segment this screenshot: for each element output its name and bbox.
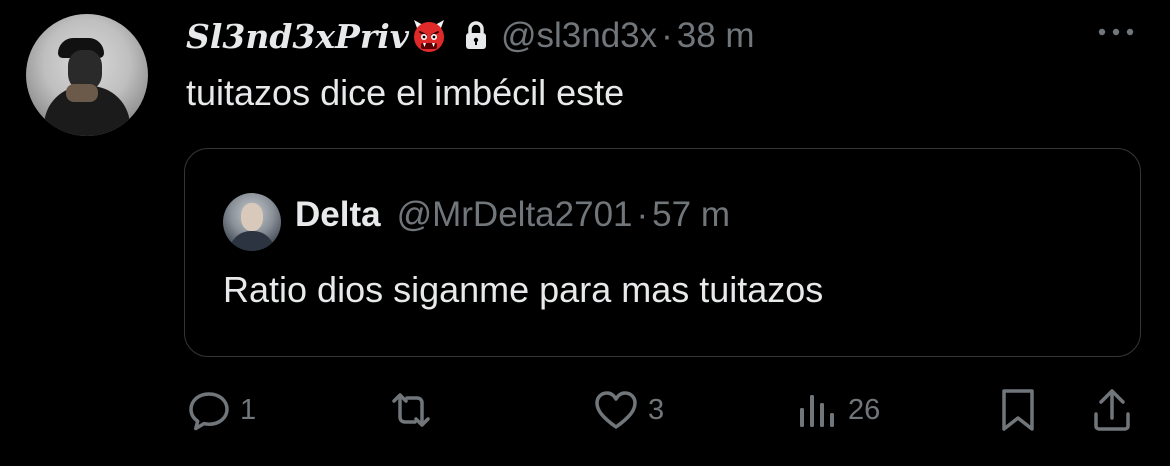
repost-button[interactable] [386,386,444,434]
quoted-avatar-body [229,231,275,251]
more-options-icon[interactable] [1094,22,1138,42]
bookmark-button[interactable] [996,386,1040,434]
quoted-author-display-name[interactable]: Delta [295,195,381,235]
share-icon [1090,386,1134,434]
post-text: tuitazos dice el imbécil este [186,72,625,113]
author-display-name[interactable]: Sl3nd3xPriv [186,17,409,56]
reply-count: 1 [240,393,257,426]
like-button[interactable]: 3 [592,386,664,434]
author-handle[interactable]: @sl3nd3x [501,16,657,56]
ogre-emoji-icon [411,18,447,54]
action-bar: 1 3 26 [0,386,1170,434]
views-count: 26 [848,393,881,426]
like-count: 3 [648,393,665,426]
quoted-post-card[interactable]: Delta @MrDelta2701 · 57 m Ratio dios sig… [184,148,1141,357]
reply-button[interactable]: 1 [186,386,256,434]
post-header: Sl3nd3xPriv @sl3nd3x · 38 m [186,12,755,60]
views-button[interactable]: 26 [796,386,880,434]
reply-icon [186,387,232,433]
post-time[interactable]: 38 m [677,16,755,56]
repost-icon [386,387,436,433]
quoted-post-text: Ratio dios siganme para mas tuitazos [223,269,824,310]
author-avatar[interactable] [26,14,148,136]
quoted-author-handle[interactable]: @MrDelta2701 [397,195,633,235]
quoted-avatar-head [241,203,263,231]
separator-dot: · [661,16,673,55]
quoted-post-time[interactable]: 57 m [652,195,730,235]
avatar-hands [66,84,98,102]
bookmark-icon [996,386,1040,434]
quoted-author-avatar[interactable] [223,193,281,251]
quoted-post-header: Delta @MrDelta2701 · 57 m [295,195,730,235]
heart-icon [592,387,640,433]
lock-icon [463,21,489,51]
views-icon [796,387,840,433]
share-button[interactable] [1090,386,1134,434]
quoted-separator-dot: · [636,195,649,234]
